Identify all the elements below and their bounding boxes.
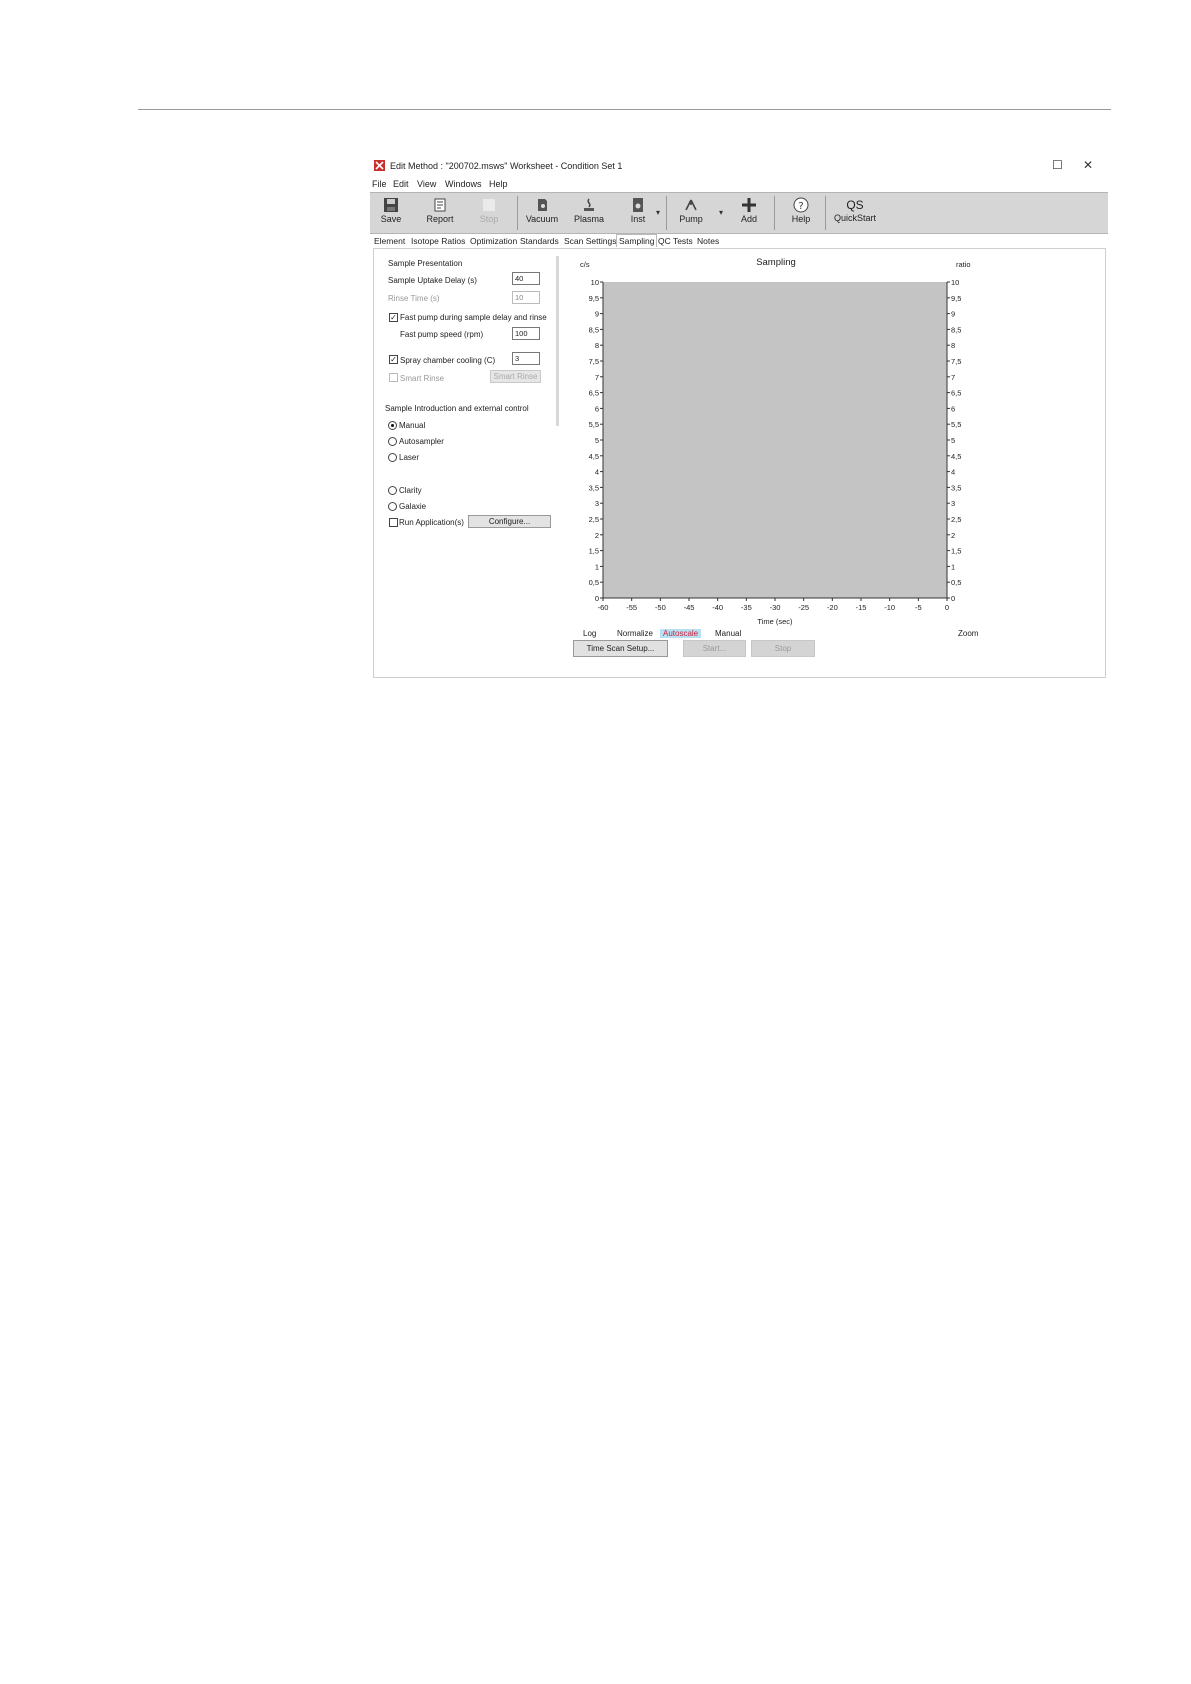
fast-pump-speed-label: Fast pump speed (rpm) [400,330,484,339]
autoscale-option[interactable]: Autoscale [660,629,702,638]
inst-label: Inst [630,214,646,224]
smart-rinse-label: Smart Rinse [400,374,445,383]
fast-pump-checkbox[interactable]: ✓ [389,313,398,322]
vacuum-label: Vacuum [525,214,559,224]
galaxie-radio[interactable] [388,502,397,511]
quickstart-icon: QS [846,198,864,212]
save-button[interactable]: Save [376,193,406,233]
toolbar-separator [666,196,667,230]
tab-isotope-ratios[interactable]: Isotope Ratios [411,236,465,246]
plasma-button[interactable]: Plasma [572,193,606,233]
galaxie-radio-label: Galaxie [399,502,427,511]
report-button[interactable]: Report [422,193,458,233]
plasma-icon [584,198,594,211]
stop-toolbar-label: Stop [479,214,499,224]
report-icon [434,198,446,212]
spray-chamber-checkbox[interactable]: ✓ [389,355,398,364]
toolbar-separator [774,196,775,230]
title-bar: Edit Method : "200702.msws" Worksheet - … [370,154,1108,176]
manual-radio[interactable] [388,421,397,430]
clarity-radio-label: Clarity [399,486,422,495]
edit-method-window: Edit Method : "200702.msws" Worksheet - … [370,154,1108,678]
normalize-option[interactable]: Normalize [617,629,653,638]
spray-chamber-input[interactable]: 3 [512,352,540,365]
page-header-rule [138,109,1111,110]
menu-file[interactable]: File [372,179,387,189]
left-panel-scrollbar[interactable] [556,256,559,426]
maximize-icon[interactable]: ☐ [1052,158,1063,172]
menu-windows[interactable]: Windows [445,179,482,189]
autosampler-radio-label: Autosampler [399,437,444,446]
save-icon [384,198,398,212]
help-button[interactable]: ? Help [787,193,815,233]
toolbar: Save Report Stop Vacuum Plasma Inst ▾ Pu… [370,192,1108,234]
tab-scan-settings[interactable]: Scan Settings [564,236,616,246]
help-label: Help [791,214,811,224]
run-application-label: Run Application(s) [399,518,464,527]
help-icon: ? [793,197,809,213]
run-application-checkbox[interactable] [389,518,398,527]
quickstart-button[interactable]: QS QuickStart [831,193,879,233]
add-button[interactable]: Add [736,193,762,233]
plasma-label: Plasma [573,214,604,224]
sample-presentation-heading: Sample Presentation [388,259,463,268]
vacuum-icon [538,199,547,211]
smart-rinse-checkbox[interactable] [389,373,398,382]
close-icon[interactable]: ✕ [1083,158,1093,172]
manual-radio-label: Manual [399,421,426,430]
vacuum-button[interactable]: Vacuum [522,193,562,233]
log-option[interactable]: Log [583,629,596,638]
plus-icon [742,198,756,212]
tab-element[interactable]: Element [374,236,405,246]
rinse-time-input[interactable]: 10 [512,291,540,304]
menu-edit[interactable]: Edit [393,179,409,189]
report-label: Report [426,214,454,224]
tab-qc-tests[interactable]: QC Tests [658,236,693,246]
menu-help[interactable]: Help [489,179,508,189]
configure-button[interactable]: Configure... [468,515,551,528]
add-label: Add [740,214,757,224]
tab-sampling[interactable]: Sampling [616,234,658,247]
fast-pump-speed-input[interactable]: 100 [512,327,540,340]
laser-radio-label: Laser [399,453,420,462]
pump-dropdown-icon[interactable]: ▾ [719,208,723,217]
menu-view[interactable]: View [417,179,436,189]
inst-button[interactable]: Inst [624,193,652,233]
stop-toolbar-button[interactable]: Stop [474,193,504,233]
zoom-option[interactable]: Zoom [958,629,978,638]
save-label: Save [380,214,402,224]
fast-pump-label: Fast pump during sample delay and rinse [400,313,547,322]
uptake-delay-input[interactable]: 40 [512,272,540,285]
tab-optimization[interactable]: Optimization [470,236,517,246]
laser-radio[interactable] [388,453,397,462]
window-title: Edit Method : "200702.msws" Worksheet - … [390,161,623,171]
toolbar-separator [825,196,826,230]
tab-standards[interactable]: Standards [520,236,559,246]
start-button[interactable]: Start... [683,640,746,657]
app-logo-icon [374,160,385,171]
pump-button[interactable]: Pump [676,193,706,233]
stop-button[interactable]: Stop [751,640,815,657]
spray-chamber-label: Spray chamber cooling (C) [400,356,496,365]
time-scan-setup-button[interactable]: Time Scan Setup... [573,640,668,657]
tab-notes[interactable]: Notes [697,236,719,246]
rinse-time-label: Rinse Time (s) [388,294,440,303]
inst-dropdown-icon[interactable]: ▾ [656,208,660,217]
svg-text:?: ? [798,201,803,212]
pump-label: Pump [679,214,703,224]
uptake-delay-label: Sample Uptake Delay (s) [388,276,477,285]
pump-icon [685,199,697,211]
manual-option[interactable]: Manual [715,629,741,638]
autosampler-radio[interactable] [388,437,397,446]
stop-icon [483,199,495,211]
instrument-icon [633,198,643,212]
smart-rinse-button[interactable]: Smart Rinse [490,370,541,383]
clarity-radio[interactable] [388,486,397,495]
toolbar-separator [517,196,518,230]
quickstart-label: QuickStart [833,213,876,223]
sample-introduction-heading: Sample Introduction and external control [385,404,529,413]
